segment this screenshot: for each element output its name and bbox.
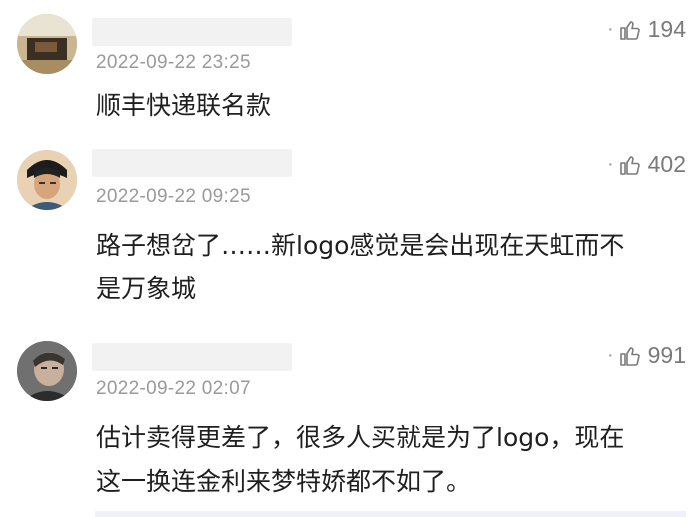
bottom-divider — [95, 511, 686, 517]
separator-dot: · — [606, 18, 614, 40]
username-redacted — [92, 149, 292, 177]
comment-text-line: 这一换连金利来梦特娇都不如了。 — [96, 467, 472, 496]
username-redacted — [92, 18, 292, 46]
like-button[interactable]: · 402 — [607, 151, 686, 178]
comment-item: 2022-09-22 23:25 · 194 顺丰快递联名款 — [0, 0, 700, 140]
separator-dot: · — [606, 153, 614, 175]
comment-text-line: 估计卖得更差了，很多人买就是为了logo，现在 — [96, 423, 625, 452]
avatar[interactable] — [17, 341, 77, 401]
thumbs-up-icon — [618, 153, 642, 177]
comment-timestamp: 2022-09-22 23:25 — [96, 52, 251, 73]
username-redacted — [92, 343, 292, 371]
like-button[interactable]: · 991 — [607, 342, 686, 369]
comment-item: 2022-09-22 09:25 · 402 路子想岔了……新logo感觉是会出… — [0, 140, 700, 320]
comment-text-line: 是万象城 — [96, 274, 197, 303]
separator-dot: · — [606, 344, 614, 366]
comment-text: 顺丰快递联名款 — [96, 91, 272, 120]
comment-timestamp: 2022-09-22 09:25 — [96, 186, 251, 207]
user-avatar-icon — [17, 341, 77, 401]
avatar[interactable] — [17, 14, 77, 74]
thumbs-up-icon — [618, 344, 642, 368]
thumbs-up-icon — [618, 18, 642, 42]
like-count: 402 — [647, 151, 686, 177]
comment-text-line: 路子想岔了……新logo感觉是会出现在天虹而不 — [96, 231, 625, 260]
user-avatar-icon — [17, 14, 77, 74]
avatar[interactable] — [17, 150, 77, 210]
like-count: 194 — [647, 16, 686, 42]
user-avatar-icon — [17, 150, 77, 210]
comment-timestamp: 2022-09-22 02:07 — [96, 378, 251, 399]
comment-item: 2022-09-22 02:07 · 991 估计卖得更差了，很多人买就是为了l… — [0, 330, 700, 517]
like-count: 991 — [647, 342, 686, 368]
like-button[interactable]: · 194 — [607, 16, 686, 43]
